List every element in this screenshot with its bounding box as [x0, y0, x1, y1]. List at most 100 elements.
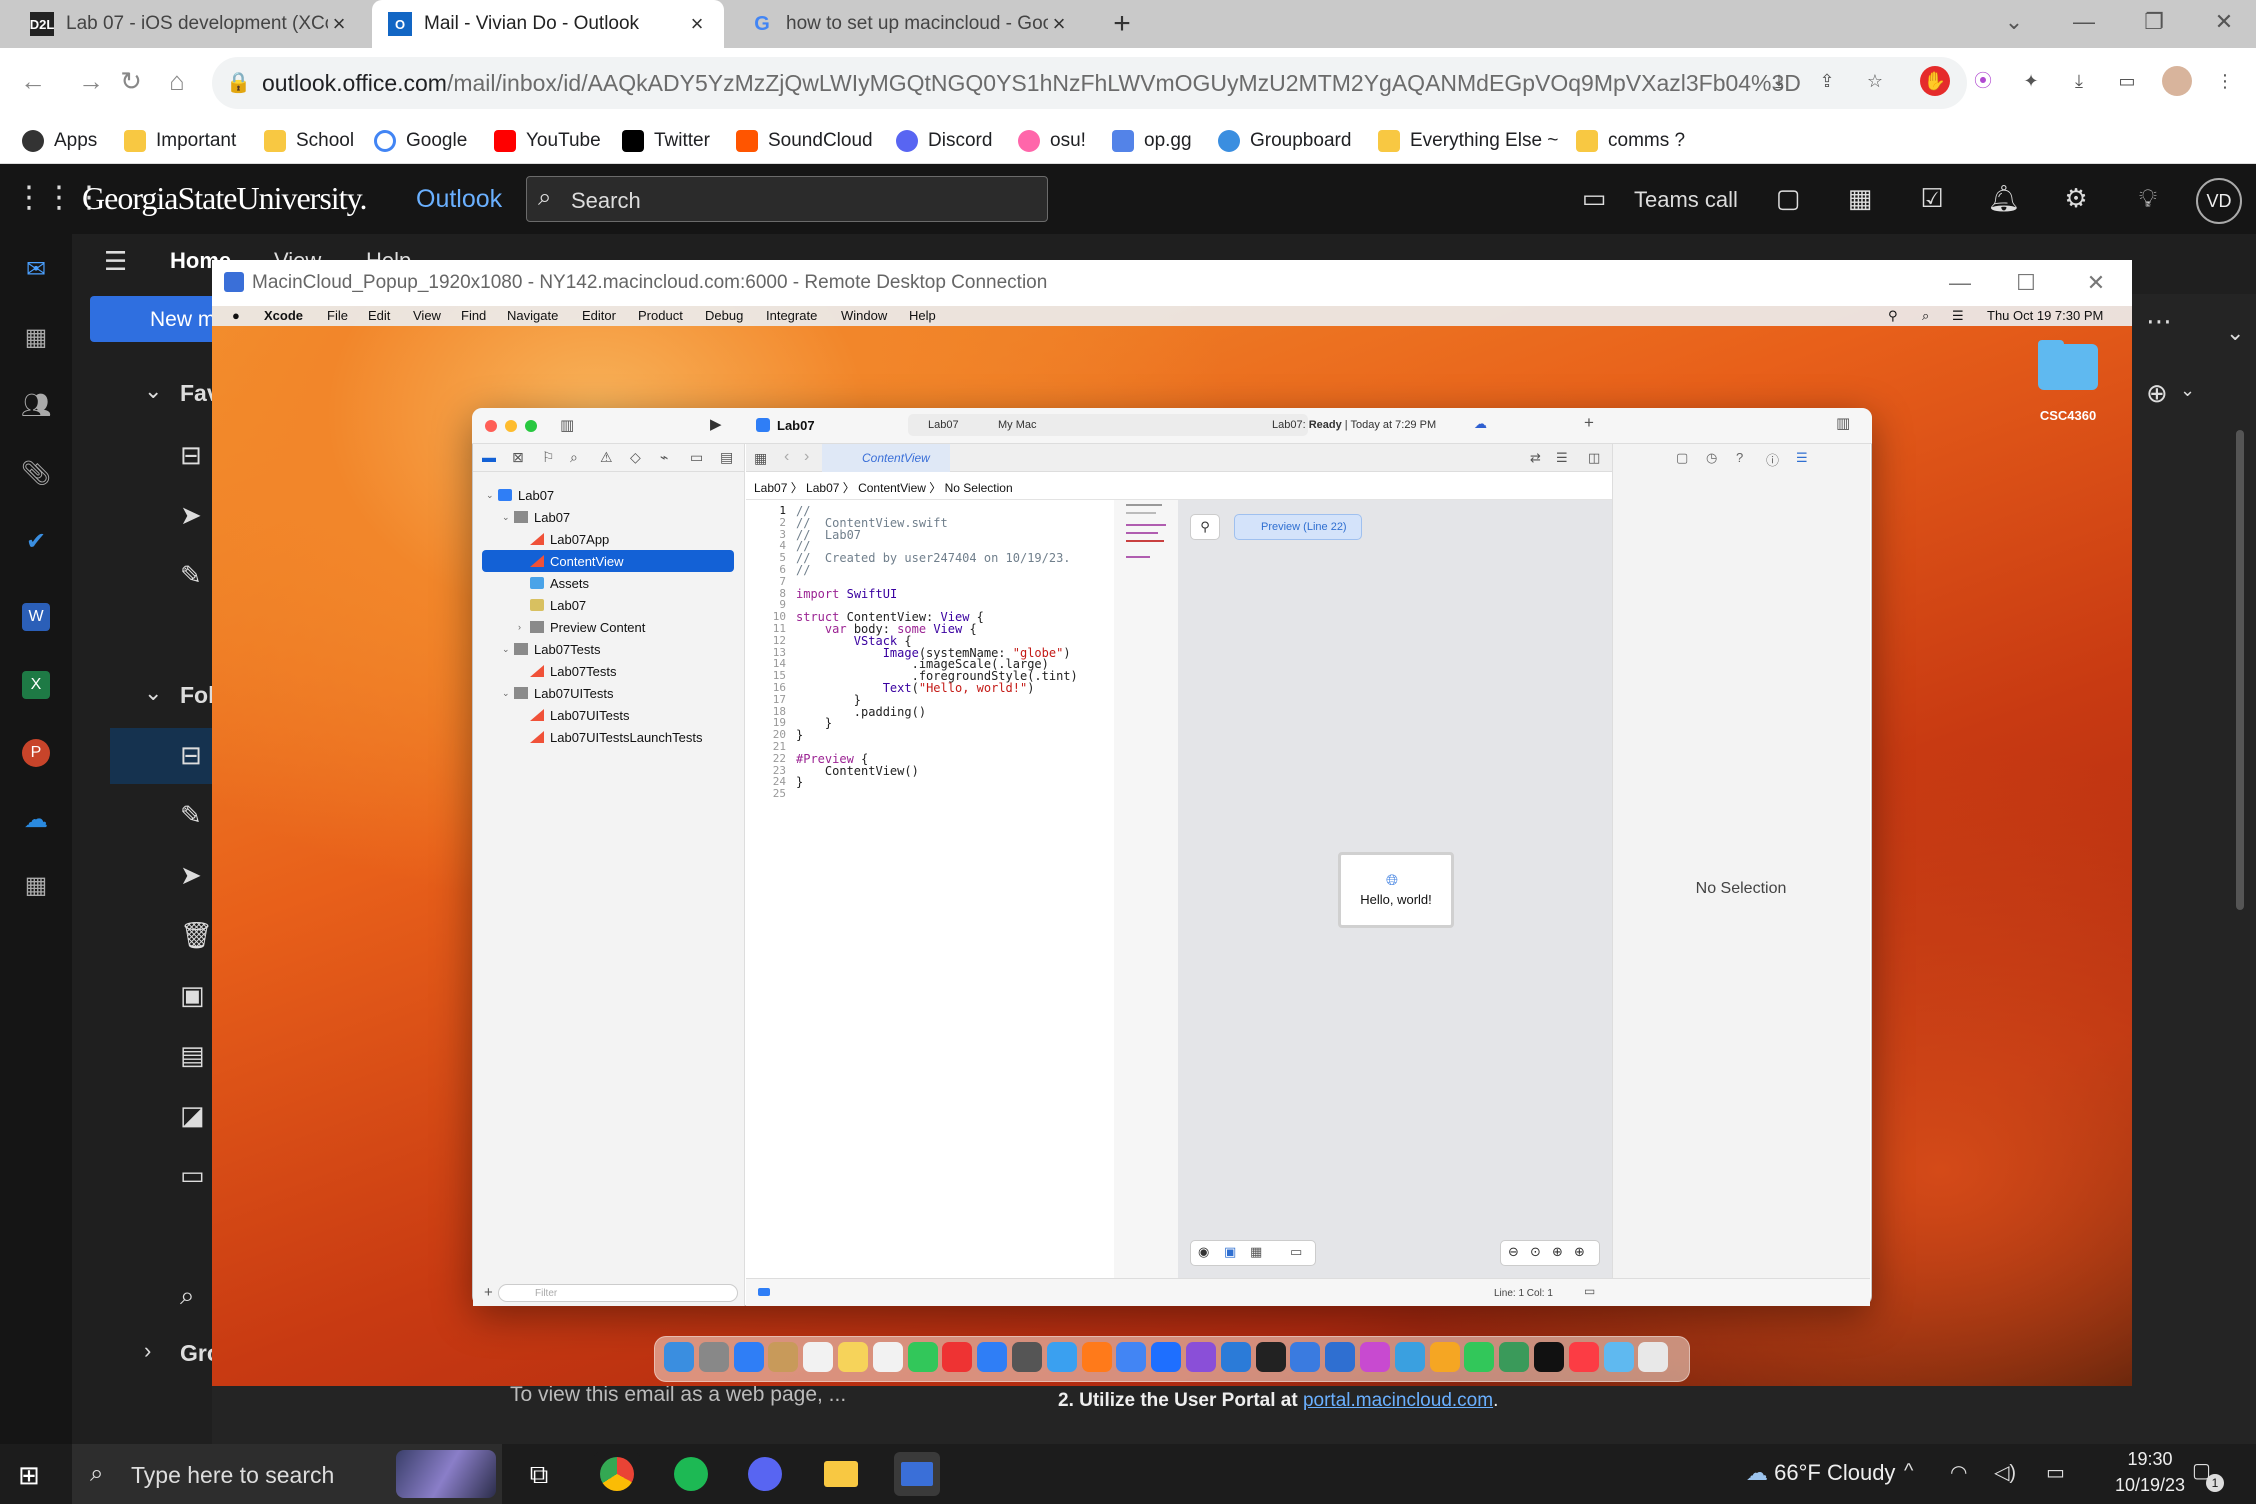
todo-check-icon[interactable]: ✔ [14, 522, 58, 562]
office-icon[interactable]: ▦ [1840, 183, 1880, 219]
menu-xcode[interactable]: Xcode [264, 308, 303, 323]
dock-app-icon[interactable] [942, 1342, 973, 1372]
org-logo[interactable]: GeorgiaStateUniversity. [82, 180, 367, 217]
dock-app-icon[interactable] [977, 1342, 1008, 1372]
variants-icon[interactable]: ▦ [1250, 1244, 1262, 1260]
dock-app-icon[interactable] [1081, 1342, 1112, 1372]
dock-app-icon[interactable] [1116, 1342, 1147, 1372]
close-tab-icon[interactable]: × [686, 11, 708, 37]
browser-tab-google[interactable]: G how to set up macincloud - Goo × [734, 0, 1086, 48]
source-control-icon[interactable]: ⊠ [512, 449, 524, 466]
bookmark-groupboard[interactable]: Groupboard [1218, 124, 1351, 158]
people-icon[interactable]: 👥︎ [14, 386, 58, 426]
inspector-toggle-icon[interactable]: ▥ [1836, 414, 1850, 432]
code-line[interactable]: ContentView() [796, 764, 919, 778]
bookmark-discord[interactable]: Discord [896, 124, 992, 158]
folders-header[interactable]: Fol [180, 682, 215, 709]
bookmark-opgg[interactable]: op.gg [1112, 124, 1192, 158]
dock-app-icon[interactable] [698, 1342, 729, 1372]
quick-help-icon[interactable]: ? [1736, 450, 1743, 465]
menu-find[interactable]: Find [461, 308, 486, 323]
editor-options-icon[interactable]: ☰ [1556, 450, 1568, 466]
accessibility-icon[interactable]: ⚲ [1888, 308, 1898, 324]
mac-clock[interactable]: Thu Oct 19 7:30 PM [1987, 308, 2103, 323]
editor-tab-contentview[interactable]: ContentView [822, 444, 950, 472]
downloads-icon[interactable]: ⤓ [2064, 66, 2094, 96]
star-bookmark-icon[interactable]: ☆ [1860, 66, 1890, 96]
drafts-icon[interactable]: ✎ [180, 800, 202, 831]
control-center-icon[interactable]: ☰ [1952, 308, 1964, 324]
dock-app-icon[interactable] [838, 1342, 868, 1372]
chat-icon[interactable]: ▢ [1768, 183, 1808, 219]
close-window-icon[interactable]: ✕ [2190, 0, 2256, 44]
notes-icon[interactable]: ◪ [180, 1100, 205, 1131]
disclosure-icon[interactable]: › [518, 622, 530, 632]
test-diamond-icon[interactable]: ◇ [630, 449, 641, 466]
code-line[interactable]: } [796, 728, 803, 742]
avatar[interactable]: VD [2196, 178, 2242, 224]
home-icon[interactable]: ⌂ [158, 62, 196, 100]
minimize-icon[interactable]: — [1930, 266, 1990, 300]
filter-input[interactable]: Filter [498, 1284, 738, 1302]
bookmark-icon[interactable]: ⚐ [542, 449, 555, 466]
dock-app-icon[interactable] [1290, 1342, 1321, 1372]
grid-icon[interactable]: ▦ [754, 450, 767, 467]
tree-item[interactable]: › Preview Content [482, 616, 734, 638]
onedrive-icon[interactable]: ☁ [14, 800, 58, 840]
todo-icon[interactable]: ☑ [1912, 183, 1952, 219]
project-name[interactable]: Lab07 [777, 418, 815, 433]
tree-item[interactable]: Lab07 [482, 594, 734, 616]
code-line[interactable]: // [796, 563, 810, 577]
teams-call-button[interactable]: Teams call [1634, 187, 1738, 213]
destination-selector[interactable]: My Mac [998, 419, 1037, 431]
sent-icon[interactable]: ➤ [180, 860, 202, 891]
file-inspector-icon[interactable]: ▢ [1676, 450, 1688, 466]
tab-search-icon[interactable]: ⌄ [1980, 0, 2048, 44]
zoom-actual-icon[interactable]: ⊕ [1552, 1244, 1563, 1260]
run-icon[interactable]: ▶ [710, 415, 722, 433]
file-explorer-icon[interactable] [818, 1452, 864, 1496]
menu-window[interactable]: Window [841, 308, 887, 323]
dock-app-icon[interactable] [907, 1342, 938, 1372]
scrollbar[interactable] [2236, 430, 2244, 910]
tree-item[interactable]: ContentView [482, 550, 734, 572]
code-line[interactable]: import SwiftUI [796, 587, 897, 601]
breakpoint-icon[interactable]: ▭ [690, 449, 703, 466]
split-editor-icon[interactable]: ◫ [1588, 450, 1600, 466]
remote-desktop-icon[interactable] [894, 1452, 940, 1496]
dock-app-icon[interactable] [1186, 1342, 1216, 1372]
trash-icon[interactable]: 🗑︎ [180, 920, 213, 951]
battery-icon[interactable]: ▭ [2046, 1460, 2065, 1485]
folder-navigator-icon[interactable]: ▬ [482, 449, 496, 465]
disclosure-icon[interactable]: ⌄ [502, 688, 514, 699]
reload-icon[interactable]: ↻ [112, 62, 150, 100]
find-icon[interactable]: ⌕ [570, 449, 578, 466]
dock-app-icon[interactable] [1568, 1342, 1599, 1372]
spotlight-search-icon[interactable]: ⌕ [1922, 308, 1929, 324]
search-highlight-image[interactable] [396, 1450, 496, 1498]
chevron-right-icon[interactable]: › [144, 1338, 151, 1364]
apple-icon[interactable]: ● [232, 308, 240, 323]
dock-app-icon[interactable] [664, 1342, 694, 1372]
drafts-icon[interactable]: ✎ [180, 560, 202, 591]
windows-start-icon[interactable]: ⊞ [18, 1460, 40, 1491]
add-file-icon[interactable]: + [484, 1284, 493, 1301]
clock-date[interactable]: 10/19/23 [2094, 1475, 2206, 1496]
dock-app-icon[interactable] [1046, 1342, 1077, 1372]
history-icon[interactable]: ◷ [1706, 450, 1717, 466]
attachment-icon[interactable]: 📎︎ [14, 454, 58, 494]
tree-item[interactable]: ⌄ Lab07UITests [482, 682, 734, 704]
maximize-icon[interactable]: ☐ [1996, 266, 2056, 300]
tree-item[interactable]: ⌄ Lab07 [482, 506, 734, 528]
close-icon[interactable]: ✕ [2066, 266, 2126, 300]
minimap[interactable] [1114, 500, 1178, 1278]
add-icon[interactable]: + [1584, 413, 1594, 433]
tree-item[interactable]: Lab07UITests [482, 704, 734, 726]
inbox-icon[interactable]: ⊟ [180, 440, 202, 471]
cloud-icon[interactable]: ☁ [1474, 416, 1487, 432]
close-tab-icon[interactable]: × [328, 11, 350, 37]
related-items-icon[interactable]: ⇄ [1530, 450, 1541, 466]
menu-view[interactable]: View [413, 308, 441, 323]
selectable-mode-icon[interactable]: ▣ [1224, 1244, 1236, 1260]
menu-navigate[interactable]: Navigate [507, 308, 558, 323]
